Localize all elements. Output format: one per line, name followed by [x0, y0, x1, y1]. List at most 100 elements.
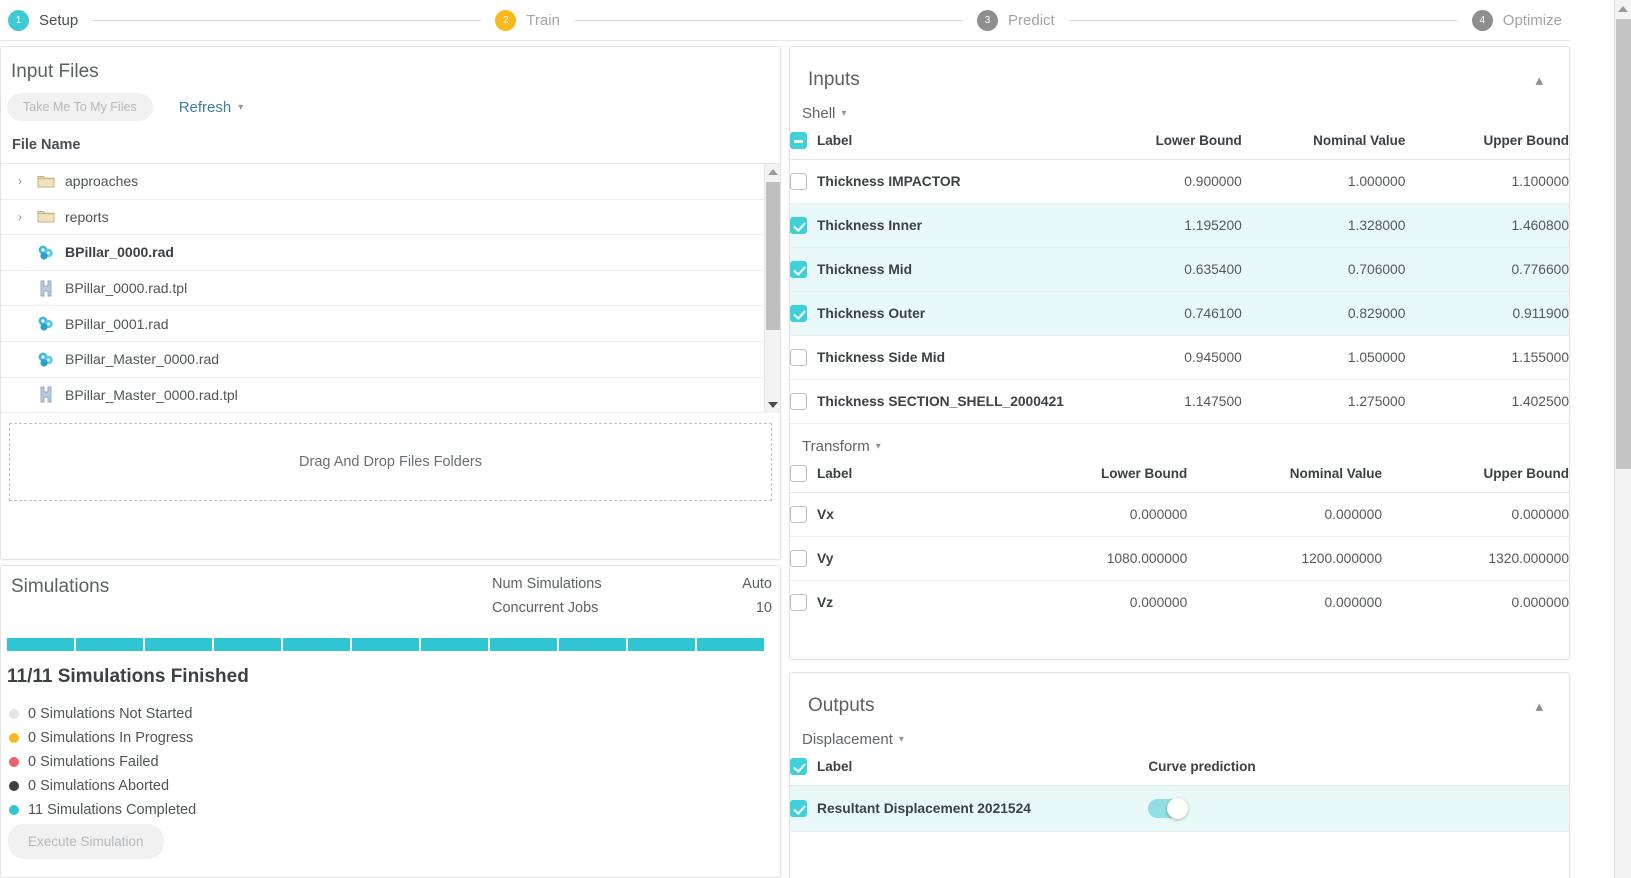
num-simulations-value[interactable]: Auto [722, 576, 772, 592]
file-list-item[interactable]: BPillar_Master_0000.rad.tpl [1, 378, 780, 413]
curve-prediction-toggle[interactable] [1148, 797, 1189, 819]
step-train[interactable]: 2 Train [495, 9, 560, 31]
inputs-group-transform[interactable]: Transform ▾ [790, 424, 1569, 455]
row-label-cell: Thickness Side Mid [790, 335, 1071, 380]
group-name-label: Transform [802, 438, 870, 455]
nominal-value-cell: 0.000000 [1187, 580, 1383, 621]
row-label-cell: Vy [790, 536, 993, 581]
file-list-item[interactable]: › approaches [1, 164, 780, 200]
simulations-panel: Simulations Num Simulations Auto Concurr… [0, 565, 781, 878]
select-all-checkbox[interactable] [790, 132, 807, 149]
chevron-down-icon: ▾ [898, 734, 904, 745]
step-number-badge: 2 [495, 9, 517, 31]
table-row[interactable]: Vz 0.000000 0.000000 0.000000 [790, 580, 1569, 621]
page-scrollbar-thumb[interactable] [1616, 19, 1631, 469]
lower-bound-cell: 0.900000 [1070, 159, 1242, 204]
expand-chevron-icon[interactable]: › [9, 174, 31, 188]
upper-bound-cell: 0.000000 [1382, 580, 1569, 621]
progress-segment [214, 638, 281, 651]
scroll-up-arrow-icon[interactable] [1615, 0, 1631, 17]
table-row[interactable]: Thickness Side Mid 0.945000 1.050000 1.1550… [790, 335, 1569, 380]
row-label: Thickness Mid [817, 262, 913, 277]
legend-label: 0 Simulations Not Started [28, 706, 193, 722]
row-checkbox[interactable] [790, 217, 807, 234]
row-checkbox[interactable] [790, 305, 807, 322]
table-row[interactable]: Thickness Mid 0.635400 0.706000 0.776600 [790, 247, 1569, 292]
upper-bound-cell: 0.776600 [1405, 247, 1569, 292]
row-checkbox[interactable] [790, 594, 807, 611]
inputs-panel: Inputs ▴ Shell ▾ Label Lower Bound Nominal V… [789, 46, 1570, 660]
file-name-label: BPillar_0000.rad.tpl [65, 280, 188, 297]
progress-segment [628, 638, 695, 651]
table-row[interactable]: Vx 0.000000 0.000000 0.000000 [790, 492, 1569, 537]
row-checkbox[interactable] [790, 393, 807, 410]
refresh-button[interactable]: Refresh ▾ [179, 99, 244, 116]
take-me-to-my-files-button[interactable]: Take Me To My Files [7, 93, 153, 121]
header-cell-lower-bound: Lower Bound [992, 455, 1188, 493]
table-row[interactable]: Thickness IMPACTOR 0.900000 1.000000 1.1000… [790, 159, 1569, 204]
file-list-item[interactable]: BPillar_0000.rad [1, 235, 780, 271]
upper-bound-cell: 0.911900 [1405, 291, 1569, 336]
column-label: Label [817, 133, 853, 148]
step-setup[interactable]: 1 Setup [8, 9, 78, 31]
table-row[interactable]: Thickness SECTION_SHELL_2000421 1.147500 1… [790, 379, 1569, 424]
file-list-item[interactable]: BPillar_Master_0000.rad [1, 342, 780, 378]
row-checkbox[interactable] [790, 506, 807, 523]
application-root: 1 Setup 2 Train 3 Predict 4 Optimize Inp… [0, 0, 1631, 878]
row-checkbox[interactable] [790, 261, 807, 278]
simulation-progress-bar [7, 638, 764, 651]
header-cell-label: Label [790, 122, 1071, 160]
file-list-scrollbar[interactable] [764, 164, 780, 413]
table-row[interactable]: Resultant Displacement 2021524 [790, 785, 1569, 832]
nominal-value-cell: 1.328000 [1241, 203, 1406, 248]
status-dot-icon [9, 781, 19, 791]
row-checkbox[interactable] [790, 349, 807, 366]
file-dropzone[interactable]: Drag And Drop Files Folders [9, 423, 772, 501]
row-checkbox[interactable] [790, 550, 807, 567]
row-label-cell: Thickness IMPACTOR [790, 159, 1071, 204]
outputs-table: Label Curve prediction Resultant Displacem… [790, 748, 1569, 832]
step-label: Predict [1008, 11, 1055, 29]
file-list-item[interactable]: BPillar_0001.rad [1, 306, 780, 342]
select-all-checkbox[interactable] [790, 758, 807, 775]
header-cell-nominal-value: Nominal Value [1241, 122, 1406, 160]
file-name-label: reports [65, 208, 109, 225]
file-list[interactable]: › approaches › reports BPillar_0000.rad BPill… [1, 164, 780, 413]
inputs-group-shell[interactable]: Shell ▾ [790, 91, 1569, 122]
table-row[interactable]: Thickness Inner 1.195200 1.328000 1.460800 [790, 203, 1569, 248]
row-checkbox[interactable] [790, 173, 807, 190]
scroll-up-arrow-icon[interactable] [765, 164, 780, 180]
progress-segment [421, 638, 488, 651]
chevron-up-icon[interactable]: ▴ [1535, 71, 1543, 89]
row-label: Resultant Displacement 2021524 [817, 801, 1031, 816]
nominal-value-cell: 0.000000 [1187, 492, 1383, 537]
page-scrollbar[interactable] [1614, 0, 1631, 878]
table-row[interactable]: Vy 1080.000000 1200.000000 1320.000000 [790, 536, 1569, 581]
select-all-checkbox[interactable] [790, 465, 807, 482]
status-dot-icon [9, 733, 19, 743]
row-checkbox[interactable] [790, 800, 807, 817]
expand-chevron-icon[interactable]: › [9, 210, 31, 224]
step-number-badge: 4 [1471, 9, 1493, 31]
file-name-column-header: File Name [1, 121, 780, 164]
lower-bound-cell: 1.195200 [1070, 203, 1242, 248]
table-row[interactable]: Thickness Outer 0.746100 0.829000 0.911900 [790, 291, 1569, 336]
scroll-down-arrow-icon[interactable] [765, 397, 781, 413]
scrollbar-thumb[interactable] [766, 182, 780, 330]
lower-bound-cell: 0.000000 [992, 492, 1188, 537]
step-predict[interactable]: 3 Predict [977, 9, 1055, 31]
file-list-item[interactable]: › reports [1, 200, 780, 236]
chevron-up-icon[interactable]: ▴ [1535, 697, 1543, 715]
inputs-header: Inputs ▴ [790, 47, 1569, 91]
outputs-group-displacement[interactable]: Displacement ▾ [790, 717, 1569, 748]
status-dot-icon [9, 709, 19, 719]
concurrent-jobs-value[interactable]: 10 [722, 600, 772, 616]
progress-segment [7, 638, 74, 651]
step-optimize[interactable]: 4 Optimize [1471, 9, 1562, 31]
nominal-value-cell: 0.706000 [1241, 247, 1406, 292]
upper-bound-cell: 1.402500 [1405, 379, 1569, 424]
execute-simulation-button[interactable]: Execute Simulation [8, 824, 164, 859]
rad-file-icon [31, 244, 61, 261]
simulation-status-legend: 0 Simulations Not Started 0 Simulations I… [9, 706, 196, 826]
file-list-item[interactable]: BPillar_0000.rad.tpl [1, 271, 780, 307]
